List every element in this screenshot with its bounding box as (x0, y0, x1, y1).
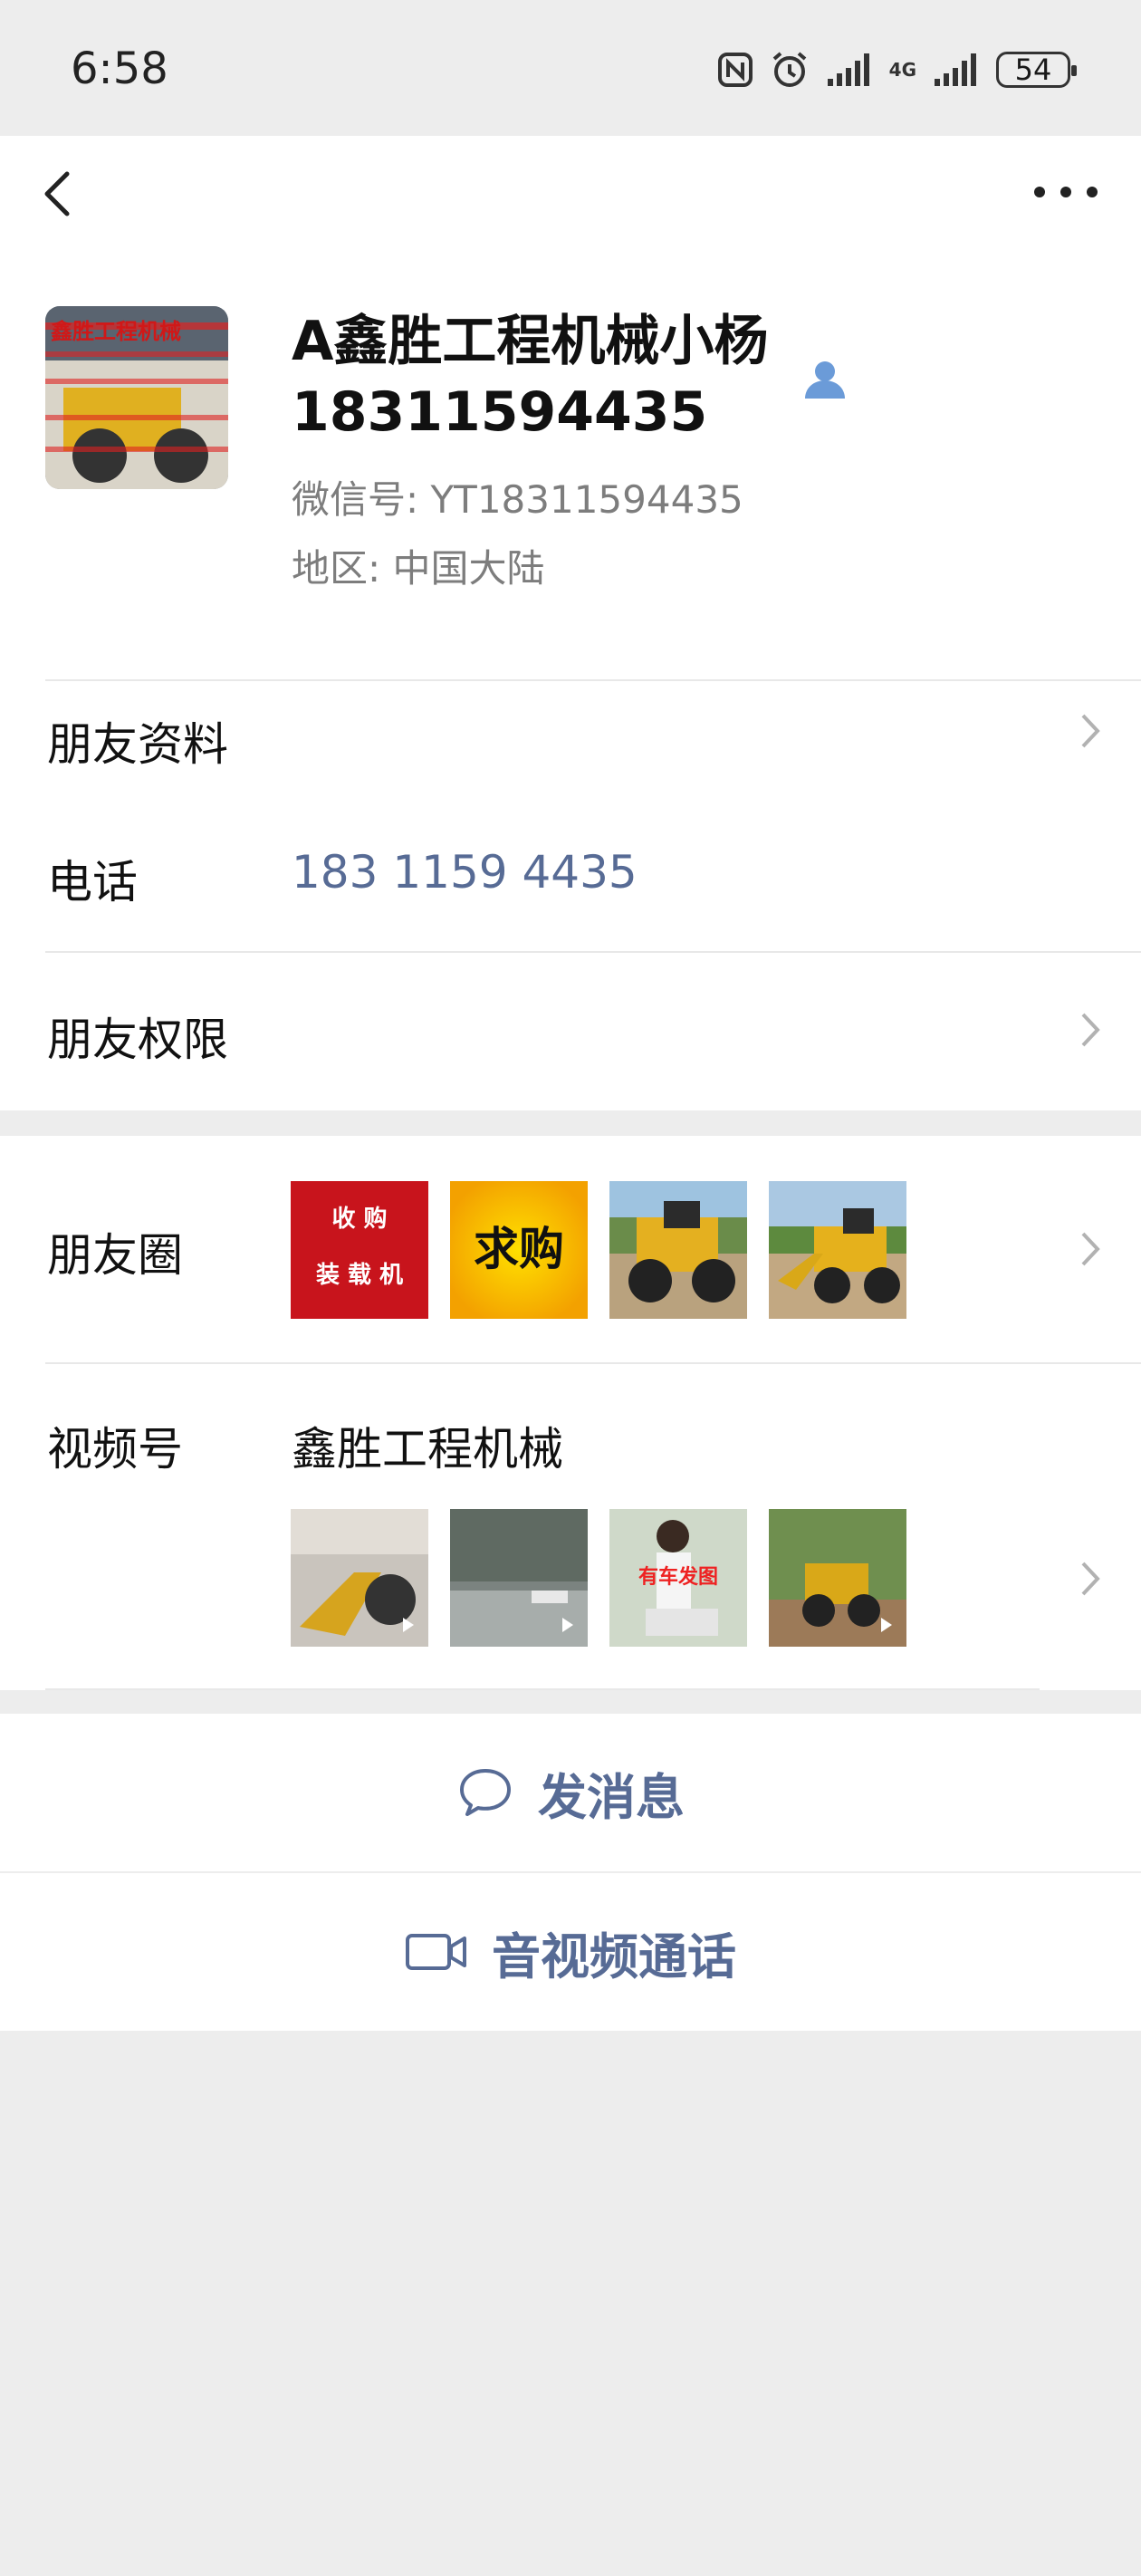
region: 地区: 中国大陆 (292, 538, 545, 593)
send-message-label: 发消息 (538, 1768, 685, 1826)
signal-icon-2 (935, 53, 976, 86)
signal-icon (827, 53, 869, 86)
phone-number-link[interactable]: 183 1159 4435 (292, 846, 638, 899)
thumb-text: 收 购 (331, 1206, 387, 1233)
channel-video-thumb (450, 1509, 588, 1647)
status-bar: 6:58 4G 54 (0, 0, 1141, 136)
contact-person-icon (805, 361, 845, 399)
chevron-right-icon (1081, 1562, 1100, 1596)
section-gap (0, 1110, 1141, 1136)
battery-level: 54 (1014, 53, 1052, 87)
thumb-text: 装 载 机 (316, 1262, 403, 1289)
video-camera-icon (406, 1934, 466, 1970)
channel-video-thumb: 有车发图 (609, 1509, 747, 1647)
channels-label: 视频号 (47, 1423, 183, 1475)
channel-video-thumb (291, 1509, 428, 1647)
moments-label: 朋友圈 (47, 1229, 183, 1282)
region-label: 地区: (292, 546, 393, 591)
moments-thumb: 收 购 装 载 机 (291, 1181, 428, 1319)
channels-row[interactable]: 视频号 鑫胜工程机械 有车发图 (0, 1364, 1141, 1690)
moments-thumb-loader-photo (769, 1181, 906, 1319)
video-call-label: 音视频通话 (492, 1927, 736, 1985)
chevron-right-icon (1081, 1232, 1100, 1266)
region-value: 中国大陆 (392, 546, 545, 591)
status-icons: 4G 54 (717, 47, 1077, 92)
phone-label: 电话 (47, 856, 138, 908)
avatar-caption: 鑫胜工程机械 (51, 319, 181, 344)
divider (45, 1688, 1040, 1690)
status-time: 6:58 (71, 43, 168, 94)
wechat-id-label: 微信号: (292, 477, 431, 522)
moments-row[interactable]: 朋友圈 收 购 装 载 机 求购 (0, 1136, 1141, 1362)
more-options-button[interactable] (1034, 174, 1098, 210)
battery-indicator: 54 (996, 52, 1077, 88)
avatar-image: 鑫胜工程机械 (45, 306, 228, 489)
back-arrow-icon[interactable] (34, 167, 89, 221)
video-call-button[interactable]: 音视频通话 (0, 1873, 1141, 2031)
nfc-icon (717, 53, 753, 87)
thumb-overlay-text: 有车发图 (638, 1565, 718, 1589)
thumb-text: 求购 (474, 1222, 564, 1275)
avatar[interactable]: 鑫胜工程机械 (45, 306, 228, 489)
friend-info-label: 朋友资料 (47, 718, 228, 771)
network-type: 4G (888, 59, 916, 81)
friend-permissions-row[interactable]: 朋友权限 (0, 953, 1141, 1110)
permissions-label: 朋友权限 (47, 1014, 228, 1066)
send-message-button[interactable]: 发消息 (0, 1714, 1141, 1871)
wechat-id: 微信号: YT18311594435 (292, 469, 743, 524)
channel-video-thumb (769, 1509, 906, 1647)
channel-name: 鑫胜工程机械 (292, 1423, 563, 1475)
nav-bar (0, 154, 1141, 235)
moments-thumb: 求购 (450, 1181, 588, 1319)
chevron-right-icon (1081, 1013, 1100, 1047)
moments-thumb-loader-photo (609, 1181, 747, 1319)
alarm-icon (772, 52, 806, 87)
wechat-id-value: YT18311594435 (430, 477, 743, 522)
friend-info-row[interactable]: 朋友资料 (0, 681, 1141, 781)
chevron-right-icon (1081, 714, 1100, 748)
contact-name: A鑫胜工程机械小杨18311594435 (292, 310, 769, 444)
chat-bubble-icon (460, 1769, 511, 1816)
